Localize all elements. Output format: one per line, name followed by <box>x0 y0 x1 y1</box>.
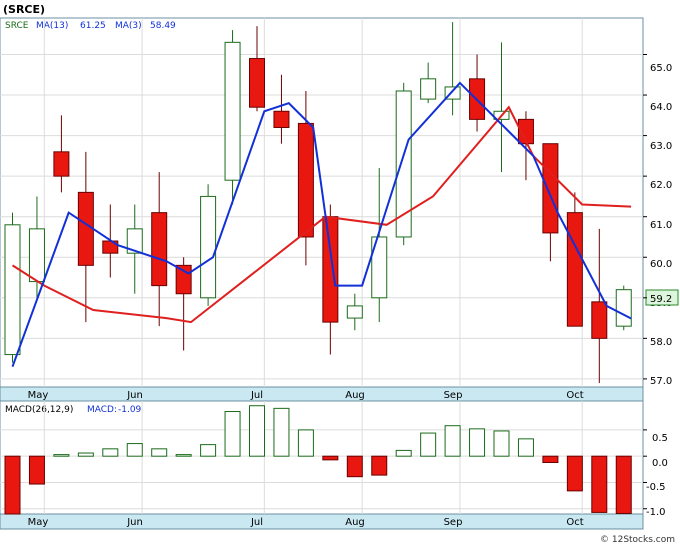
candle-body <box>420 78 437 100</box>
candle-up <box>615 285 632 331</box>
price-y-tick-label: 63.0 <box>650 141 672 152</box>
month-label: Aug <box>345 390 365 401</box>
candle-body <box>151 212 168 287</box>
month-label: Sep <box>444 390 463 401</box>
candle-body <box>77 191 94 266</box>
candle-up <box>395 82 412 246</box>
month-label: Sep <box>444 517 463 528</box>
macd-bar-negative <box>371 455 388 476</box>
price-y-tick-label: 61.0 <box>650 220 672 231</box>
candle-body <box>28 228 45 283</box>
macd-bar-negative <box>322 455 339 461</box>
macd-bar-positive <box>151 448 168 457</box>
macd-bar-positive <box>395 449 412 457</box>
candle-body <box>542 143 559 234</box>
month-label: Jun <box>126 390 143 401</box>
macd-bar-negative <box>346 455 363 478</box>
month-label: Oct <box>566 517 583 528</box>
price-y-tick-label: 60.0 <box>650 259 672 270</box>
macd-axis-band <box>0 513 644 530</box>
macd-bar-positive <box>420 432 437 457</box>
price-y-tick-label: 64.0 <box>650 102 672 113</box>
price-y-tick-label: 57.0 <box>650 376 672 387</box>
candle-body <box>53 151 70 177</box>
macd-bar-negative <box>591 455 608 513</box>
macd-bar-positive <box>200 444 217 457</box>
macd-bar-positive <box>273 407 290 457</box>
macd-bar-positive <box>469 428 486 457</box>
month-label: Jul <box>250 517 263 528</box>
macd-y-tick-label: 0.0 <box>652 458 668 469</box>
legend-ma3-value: 58.49 <box>150 21 176 31</box>
macd-legend-label: MACD(26,12,9) <box>5 405 73 415</box>
legend-ma13-value: 61.25 <box>80 21 106 31</box>
candle-body <box>224 41 241 181</box>
candle-body <box>175 264 192 295</box>
macd-bar-negative <box>542 455 559 463</box>
macd-bar-negative <box>4 455 21 515</box>
macd-y-tick-label: 0.5 <box>652 433 668 444</box>
month-label: Oct <box>566 390 583 401</box>
macd-bar-positive <box>126 443 143 457</box>
macd-bar-positive <box>224 411 241 457</box>
macd-bar-positive <box>175 454 192 457</box>
candle-body <box>200 195 217 299</box>
candle-up <box>224 30 241 205</box>
candle-body <box>249 58 265 108</box>
macd-bar-positive <box>249 405 265 457</box>
macd-y-tick-label: -1.0 <box>646 507 666 518</box>
last-price-label: 59.2 <box>650 294 672 305</box>
macd-bar-positive <box>297 429 314 457</box>
macd-bar-positive <box>444 425 461 457</box>
candle-body <box>297 122 314 238</box>
price-axis-band <box>0 386 644 402</box>
legend-symbol: SRCE <box>5 21 29 31</box>
legend-ma3-label: MA(3) <box>115 21 142 31</box>
copyright-text: © 12Stocks.com <box>600 535 675 545</box>
price-y-tick-label: 58.0 <box>650 337 672 348</box>
macd-bar-positive <box>493 430 510 457</box>
stock-chart: (SRCE) SRCE MA(13) 61.25 MA(3) 58.49 MAC… <box>0 0 680 546</box>
month-label: May <box>28 390 49 401</box>
macd-bar-positive <box>517 438 534 457</box>
candle-body <box>615 289 632 327</box>
candle-up <box>4 212 21 363</box>
candle-up <box>200 184 217 306</box>
legend-ma13-label: MA(13) <box>36 21 68 31</box>
month-label: May <box>28 517 49 528</box>
chart-svg: (SRCE) SRCE MA(13) 61.25 MA(3) 58.49 MAC… <box>0 0 680 546</box>
macd-legend-value-label: MACD: <box>87 405 117 415</box>
macd-bar-positive <box>53 454 70 457</box>
month-label: Jul <box>250 390 263 401</box>
price-y-tick-labels: 57.0 58.0 59.0 60.0 61.0 62.0 63.0 64.0 … <box>650 63 672 387</box>
chart-title: (SRCE) <box>3 3 45 16</box>
month-label: Jun <box>126 517 143 528</box>
candle-body <box>566 212 583 327</box>
candle-body <box>346 305 363 319</box>
month-label: Aug <box>345 517 365 528</box>
candle-body <box>591 301 608 339</box>
candle-body <box>4 224 21 356</box>
macd-bar-positive <box>77 452 94 457</box>
macd-bar-negative <box>566 455 583 492</box>
candle-down <box>566 192 583 327</box>
price-y-tick-label: 62.0 <box>650 180 672 191</box>
macd-legend-value: -1.09 <box>118 405 142 415</box>
macd-bar-negative <box>615 455 632 514</box>
macd-y-tick-label: -0.5 <box>646 482 666 493</box>
price-y-tick-label: 65.0 <box>650 63 672 74</box>
macd-bar-positive <box>102 448 119 457</box>
last-price-box: 59.2 <box>645 289 679 306</box>
macd-bar-negative <box>28 455 45 485</box>
candle-body <box>273 110 290 128</box>
candle-body <box>322 216 339 323</box>
